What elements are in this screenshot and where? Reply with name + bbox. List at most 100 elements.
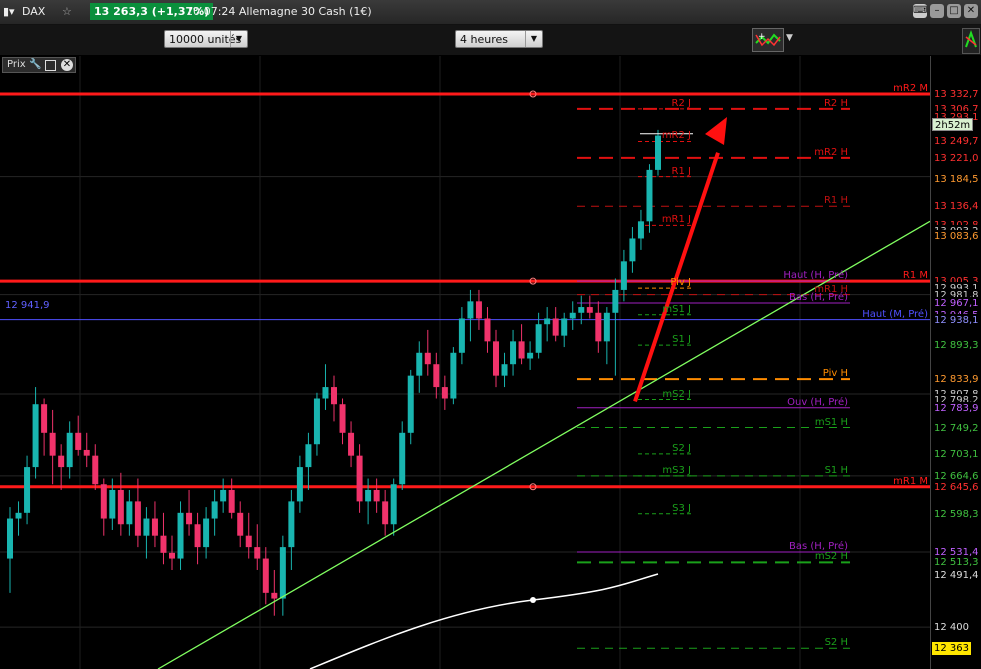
axis-label: 12 645,6 bbox=[932, 480, 981, 494]
candle-body bbox=[339, 404, 346, 433]
period-select-value: 4 heures bbox=[460, 33, 508, 46]
minimize-icon[interactable]: – bbox=[930, 4, 944, 18]
level-label: S1 H bbox=[824, 464, 848, 476]
units-select[interactable]: 10000 unités ▼ bbox=[164, 30, 248, 48]
candle-body bbox=[228, 489, 235, 513]
window-titlebar: ▮▾ DAX ☆ 13 263,3 (+1,37%) 10:07:24 Alle… bbox=[0, 0, 981, 25]
candle-body bbox=[271, 592, 278, 599]
chart-toolbar: 10000 unités ▼ 4 heures ▼ bbox=[0, 25, 981, 55]
level-label: mR2 M bbox=[893, 83, 928, 95]
symbol-label[interactable]: DAX bbox=[22, 5, 45, 18]
annotation-arrowhead bbox=[705, 117, 727, 145]
candle-body bbox=[620, 261, 627, 290]
candle-body bbox=[66, 432, 73, 468]
instrument-name: 10:07:24 Allemagne 30 Cash (1€) bbox=[186, 5, 372, 18]
star-icon[interactable]: ☆ bbox=[62, 5, 72, 18]
candle-body bbox=[186, 512, 193, 525]
window-icon[interactable] bbox=[45, 60, 56, 71]
candle-body bbox=[382, 501, 389, 525]
candle-body bbox=[134, 501, 141, 536]
candle-body bbox=[322, 387, 329, 399]
candle-body bbox=[390, 484, 397, 525]
level-label: mR2 H bbox=[814, 146, 848, 158]
level-label: Haut (H, Pré) bbox=[783, 270, 848, 282]
candle-body bbox=[501, 364, 508, 376]
maximize-icon[interactable]: □ bbox=[947, 4, 961, 18]
candle-body bbox=[510, 341, 517, 365]
close-icon[interactable]: ✕ bbox=[964, 4, 978, 18]
level-label: Piv J bbox=[670, 277, 691, 289]
candle-body bbox=[220, 489, 227, 502]
candle-body bbox=[169, 552, 175, 559]
app-menu-icon[interactable]: ▮▾ bbox=[3, 5, 15, 18]
level-label: mR1 J bbox=[661, 214, 691, 226]
axis-label: 12 491,4 bbox=[932, 568, 981, 582]
axis-label: 12 598,3 bbox=[932, 507, 981, 521]
level-label: R1 H bbox=[823, 195, 848, 207]
level-label: Bas (H, Pré) bbox=[789, 291, 848, 303]
panel-header: Prix 🔧 ✕ bbox=[2, 57, 76, 73]
candle-body bbox=[544, 318, 551, 325]
candle-body bbox=[83, 449, 90, 456]
candle-body bbox=[160, 535, 167, 553]
period-select[interactable]: 4 heures ▼ bbox=[455, 30, 543, 48]
chevron-down-icon[interactable]: ▼ bbox=[786, 33, 793, 43]
axis-label: 12 363 bbox=[932, 642, 971, 656]
candle-body bbox=[450, 352, 457, 399]
candle-body bbox=[365, 489, 372, 502]
level-label: mR2 J bbox=[661, 130, 691, 142]
level-label: Piv H bbox=[822, 368, 848, 380]
candle-body bbox=[407, 375, 414, 433]
candle-body bbox=[586, 307, 593, 313]
level-label: R1 M bbox=[902, 270, 928, 282]
candle-body bbox=[49, 432, 56, 456]
candle-body bbox=[237, 512, 244, 536]
level-label: S2 J bbox=[672, 442, 691, 454]
candle-body bbox=[58, 455, 65, 468]
level-label: mS2 J bbox=[662, 388, 691, 400]
moving-average-line bbox=[309, 573, 659, 669]
candle-body bbox=[535, 324, 542, 353]
candle-body bbox=[262, 558, 269, 593]
chevron-down-icon: ▼ bbox=[525, 31, 542, 47]
candle-body bbox=[475, 301, 482, 319]
candle-body bbox=[629, 238, 636, 262]
candle-body bbox=[313, 398, 320, 445]
level-label: Haut (M, Pré) bbox=[862, 308, 928, 320]
level-label: R1 J bbox=[671, 165, 691, 177]
candle-body bbox=[331, 387, 337, 405]
candle-body bbox=[15, 512, 22, 519]
candle-body bbox=[126, 501, 133, 525]
candle-body bbox=[24, 467, 31, 513]
candle-body bbox=[7, 518, 13, 559]
level-label: mR1 M bbox=[893, 475, 928, 487]
level-label: mS2 H bbox=[814, 551, 848, 563]
candle-body bbox=[518, 341, 525, 359]
candle-body bbox=[305, 444, 312, 468]
candle-body bbox=[151, 518, 158, 536]
level-label: mS1 J bbox=[662, 303, 691, 315]
candle-body bbox=[41, 404, 48, 433]
countdown-label: 2h52m bbox=[932, 118, 974, 131]
axis-label: 12 938,1 bbox=[932, 313, 981, 327]
candle-body bbox=[484, 318, 491, 342]
axis-label: 13 332,7 bbox=[932, 88, 981, 102]
left-price-marker: 12 941,9 bbox=[5, 300, 50, 311]
remove-icon[interactable]: ✕ bbox=[61, 59, 73, 71]
ma-anchor bbox=[530, 597, 536, 603]
keyboard-icon[interactable]: ⌨ bbox=[913, 4, 927, 18]
candle-body bbox=[433, 364, 440, 388]
axis-label: 12 749,2 bbox=[932, 421, 981, 435]
candle-body bbox=[612, 289, 619, 313]
axis-label: 12 513,3 bbox=[932, 556, 981, 570]
indicators-icon[interactable]: + bbox=[752, 28, 784, 52]
axis-label: 12 893,3 bbox=[932, 339, 981, 353]
candle-body bbox=[296, 467, 303, 502]
candle-body bbox=[203, 518, 210, 548]
wrench-icon[interactable]: 🔧 bbox=[29, 59, 41, 71]
candle-body bbox=[143, 518, 150, 536]
axis-label: 12 783,9 bbox=[932, 401, 981, 415]
candle-body bbox=[92, 455, 99, 485]
drawing-tools-icon[interactable] bbox=[962, 28, 980, 54]
candle-body bbox=[177, 512, 184, 559]
